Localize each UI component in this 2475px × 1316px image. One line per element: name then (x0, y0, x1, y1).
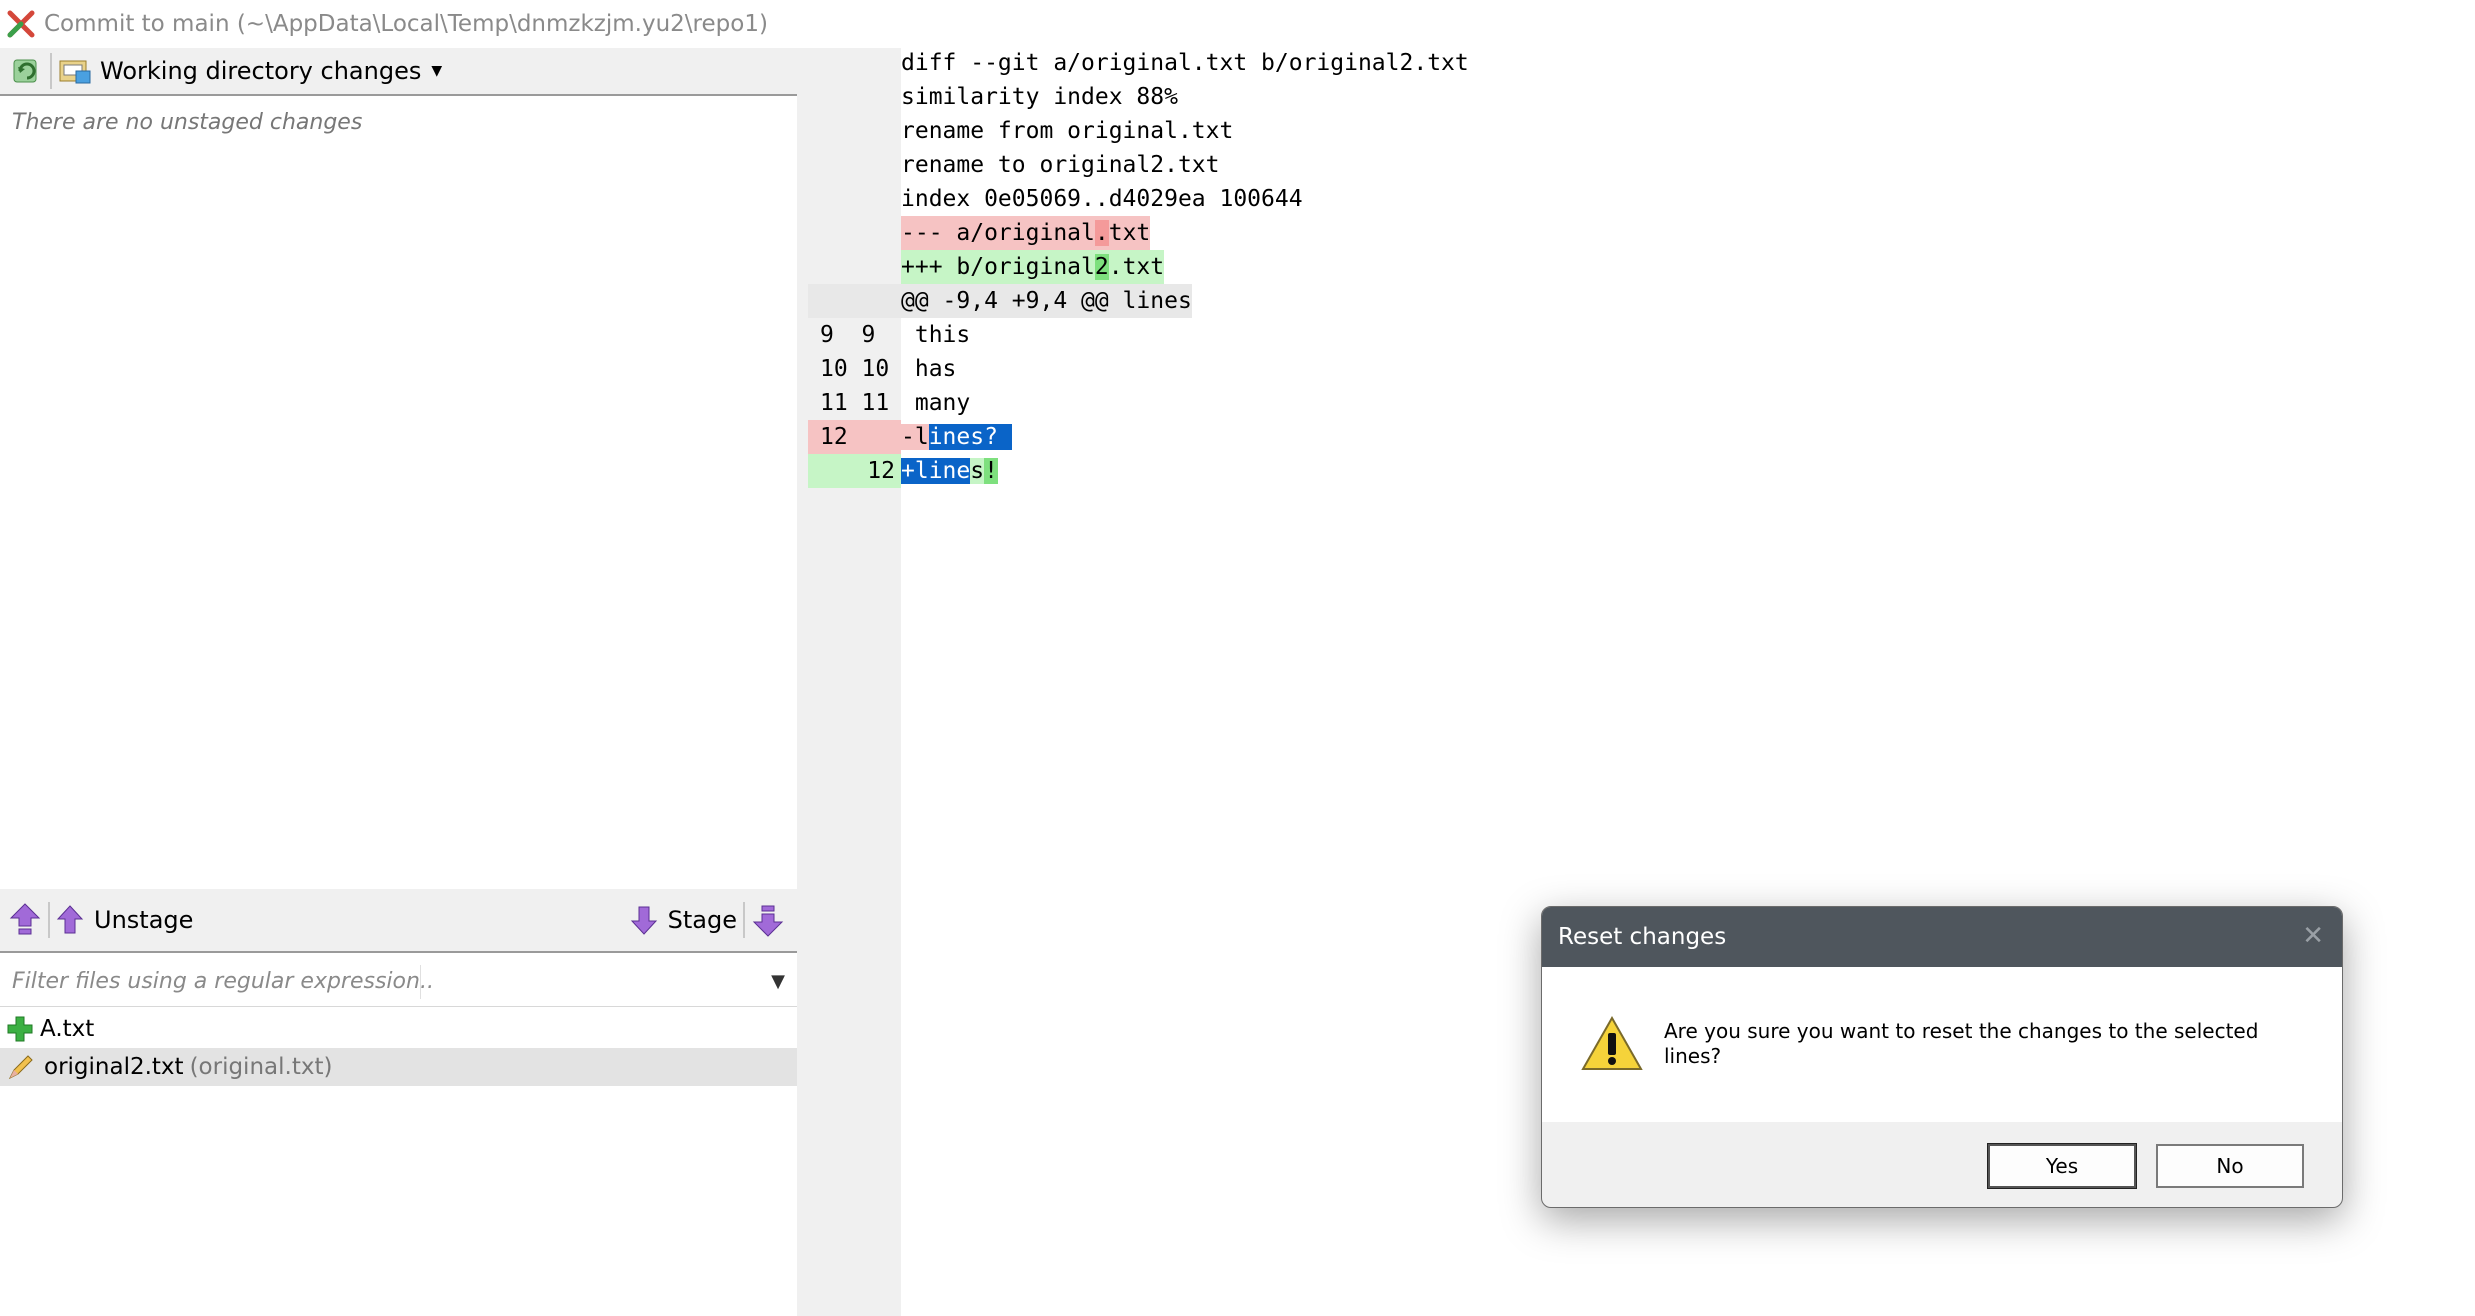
diff-header-line: similarity index 88% (901, 84, 1178, 110)
refresh-icon[interactable] (10, 54, 44, 88)
stage-toolbar: Unstage Stage (0, 889, 797, 953)
dialog-title: Reset changes (1558, 924, 1727, 950)
diff-header-line: rename to original2.txt (901, 152, 1220, 178)
list-item[interactable]: original2.txt (original.txt) (0, 1048, 797, 1086)
yes-button[interactable]: Yes (1987, 1143, 2137, 1189)
filter-separator (420, 965, 421, 999)
toolbar-separator (50, 53, 52, 89)
arrow-down-icon (630, 906, 657, 935)
list-item[interactable]: A.txt (0, 1010, 797, 1048)
stage-all-icon[interactable] (751, 901, 785, 939)
diff-header-line: diff --git a/original.txt b/original2.tx… (901, 50, 1469, 76)
warning-icon (1581, 1015, 1643, 1070)
stage-button[interactable]: Stage (630, 903, 737, 937)
reset-changes-dialog: Reset changes ✕ Are you sure you want to… (1541, 906, 2343, 1208)
diff-context-line: 11 11 many (820, 390, 971, 416)
no-button[interactable]: No (2156, 1144, 2304, 1188)
diff-header-line: rename from original.txt (901, 118, 1234, 144)
pane-splitter[interactable] (797, 48, 808, 1316)
pencil-icon (8, 1055, 33, 1080)
diff-context-line: 10 10 has (820, 356, 957, 382)
chevron-down-icon: ▼ (431, 63, 443, 79)
unstaged-files-list[interactable]: There are no unstaged changes (0, 94, 797, 891)
toolbar-separator (743, 902, 745, 938)
plus-icon (7, 1016, 33, 1042)
workdir-icon (59, 60, 91, 84)
file-filter: ▼ (0, 957, 797, 1007)
diff-added-line[interactable]: 12 +lines! (808, 454, 1469, 488)
dialog-body: Are you sure you want to reset the chang… (1542, 967, 2342, 1122)
file-name: A.txt (40, 1016, 95, 1042)
workdir-label: Working directory changes (100, 57, 422, 85)
diff-hunk-header: @@ -9,4 +9,4 @@ lines (808, 284, 1469, 318)
diff-plus-file-line: +++ b/original2.txt (808, 250, 1469, 284)
unstaged-toolbar: Working directory changes ▼ (0, 48, 797, 94)
no-unstaged-message: There are no unstaged changes (12, 110, 363, 135)
working-directory-dropdown[interactable]: Working directory changes ▼ (58, 55, 442, 87)
toolbar-separator (48, 902, 50, 938)
dialog-message: Are you sure you want to reset the chang… (1664, 1019, 2259, 1068)
file-name: original2.txt (44, 1054, 184, 1080)
window-title: Commit to main (~\AppData\Local\Temp\dnm… (44, 11, 768, 37)
diff-removed-line[interactable]: 12 -lines? (808, 420, 1469, 454)
title-bar: Commit to main (~\AppData\Local\Temp\dnm… (0, 0, 2475, 48)
original-file-name: (original.txt) (189, 1054, 333, 1080)
diff-minus-file-line: --- a/original.txt (808, 216, 1469, 250)
unstage-label: Unstage (94, 906, 194, 934)
stage-label: Stage (667, 906, 737, 934)
unstage-all-icon[interactable] (8, 901, 42, 939)
diff-header-line: index 0e05069..d4029ea 100644 (901, 186, 1303, 212)
staged-files-list: A.txt original2.txt (original.txt) (0, 1010, 797, 1086)
filter-dropdown-arrow[interactable]: ▼ (771, 971, 785, 992)
git-extensions-icon (7, 10, 35, 38)
dialog-title-bar: Reset changes ✕ (1542, 907, 2342, 967)
filter-input[interactable] (10, 960, 434, 1003)
diff-context-line: 9 9 this (820, 322, 971, 348)
arrow-up-icon (56, 905, 84, 934)
dialog-footer: Yes No (1542, 1122, 2342, 1207)
close-icon[interactable]: ✕ (2302, 921, 2324, 951)
unstage-button[interactable]: Unstage (56, 903, 193, 937)
diff-viewer[interactable]: diff --git a/original.txt b/original2.tx… (808, 46, 1469, 488)
